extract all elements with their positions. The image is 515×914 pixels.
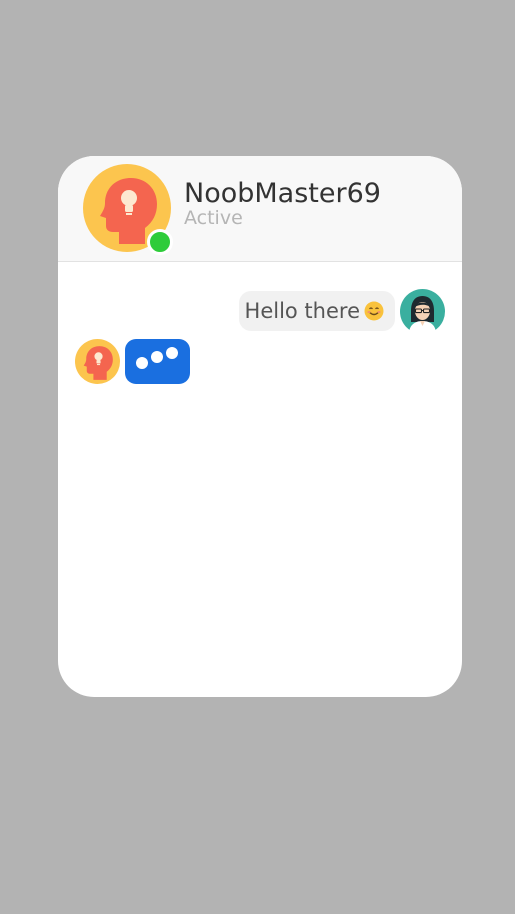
typing-indicator-bubble [125, 339, 190, 384]
chat-window: NoobMaster69 Active Hello there [58, 156, 462, 697]
woman-with-glasses-icon [400, 289, 445, 334]
typing-dot [151, 351, 163, 363]
contact-avatar-small[interactable] [75, 339, 120, 384]
head-lightbulb-icon [75, 339, 120, 384]
message-row-outgoing: Hello there [235, 289, 445, 335]
message-text: Hello there [244, 299, 360, 323]
chat-header: NoobMaster69 Active [58, 156, 462, 262]
outgoing-message-bubble[interactable]: Hello there [238, 291, 395, 331]
typing-dot [166, 347, 178, 359]
typing-dot [136, 357, 148, 369]
user-avatar[interactable] [400, 289, 445, 334]
online-status-indicator [147, 229, 173, 255]
smiling-face-icon [364, 294, 384, 321]
contact-status: Active [184, 207, 243, 229]
